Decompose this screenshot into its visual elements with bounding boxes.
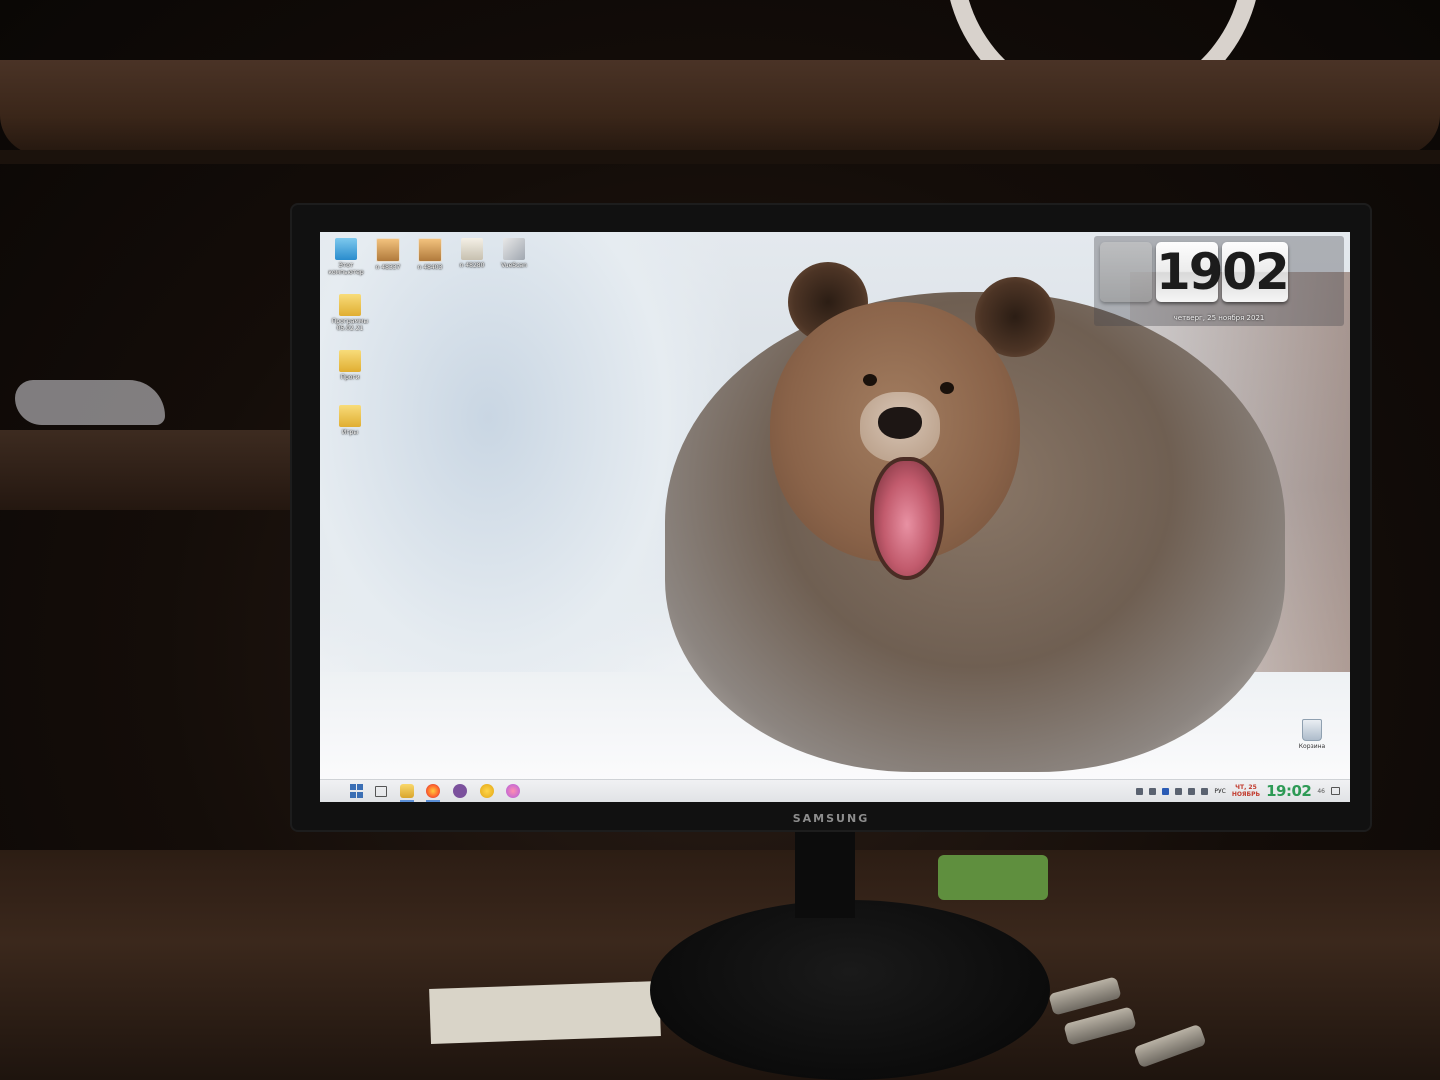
desktop-icon-recycle-bin[interactable]: Корзина (1292, 719, 1332, 750)
taskbar-month: НОЯБРЬ (1231, 791, 1261, 798)
desktop-icon-games-folder[interactable]: Игры (330, 405, 370, 436)
scanner-app-icon (503, 238, 525, 260)
paper-sheet (429, 981, 661, 1044)
wallpaper-bear-eye (863, 374, 877, 386)
desktop-icon-this-pc[interactable]: Этот компьютер (326, 238, 366, 276)
desktop-icon-document[interactable]: n 48280 (452, 238, 492, 269)
desktop-icon-programs-folder[interactable]: Программы 05.02.21 (330, 294, 370, 332)
shelf (0, 60, 1440, 155)
shelf-edge (0, 150, 1440, 164)
flip-clock-blank-tile (1100, 242, 1152, 302)
desktop-icon-label: n 48403 (417, 264, 443, 271)
desktop-icon-label: n 48280 (459, 262, 485, 269)
tray-app-icon[interactable] (1162, 787, 1170, 795)
desktop-icon-label: Игры (341, 429, 359, 436)
green-box (938, 855, 1048, 900)
taskbar-day: ЧТ, 25 (1235, 784, 1257, 791)
document-icon (461, 238, 483, 260)
wallpaper-bear-eye (940, 382, 954, 394)
tray-app-icon[interactable] (1136, 787, 1144, 795)
desktop-icon-progi-folder[interactable]: Проги (330, 350, 370, 381)
desktop-icon-label: Программы 05.02.21 (331, 318, 369, 332)
desktop-icon-label: VueScan (501, 262, 527, 269)
active-app-indicator (400, 800, 414, 802)
desktop-icon-label: Этот компьютер (328, 262, 364, 276)
computer-icon (335, 238, 357, 260)
plastic-bag (15, 380, 165, 425)
desktop-icon-label: Корзина (1298, 743, 1326, 750)
side-shelf (0, 430, 310, 510)
active-app-indicator (426, 800, 440, 802)
wallpaper-bear-mouth (870, 457, 944, 580)
start-icon[interactable] (350, 784, 364, 798)
viber-icon[interactable] (453, 784, 467, 798)
desktop-icon-vuescan[interactable]: VueScan (494, 238, 534, 269)
taskbar-date[interactable]: ЧТ, 25 НОЯБРЬ (1232, 784, 1260, 798)
monitor-stand-neck (795, 828, 855, 918)
folder-icon (339, 350, 361, 372)
notification-icon[interactable] (1331, 787, 1340, 795)
system-tray: РУС ЧТ, 25 НОЯБРЬ 19:02 46 (1136, 780, 1340, 802)
recycle-bin-icon (1302, 719, 1322, 741)
monitor-stand-base (650, 900, 1050, 1080)
taskbar: РУС ЧТ, 25 НОЯБРЬ 19:02 46 (320, 779, 1350, 802)
image-file-icon (376, 238, 400, 262)
taskbar-seconds: 46 (1317, 787, 1325, 795)
image-file-icon (418, 238, 442, 262)
flip-clock-hours: 19 (1156, 242, 1224, 302)
taskbar-clock[interactable]: 19:02 (1266, 782, 1312, 800)
language-indicator[interactable]: РУС (1214, 788, 1225, 795)
monitor-brand-label: SAMSUNG (792, 812, 870, 825)
desktop-icon-image-2[interactable]: n 48403 (410, 238, 450, 271)
flip-clock-date: четверг, 25 ноября 2021 (1173, 314, 1265, 322)
tray-app-icon[interactable] (1149, 787, 1157, 795)
task-view-icon[interactable] (375, 786, 387, 797)
folder-icon (339, 294, 361, 316)
paint-app-icon[interactable] (506, 784, 520, 798)
display-icon[interactable] (1188, 787, 1196, 795)
desktop-screen[interactable]: Этот компьютер n 48337 n 48403 n 48280 V… (320, 232, 1350, 802)
flip-clock-minutes: 02 (1222, 242, 1290, 302)
firefox-icon[interactable] (426, 784, 440, 798)
wallpaper-bear-nose (878, 407, 922, 439)
folder-icon (339, 405, 361, 427)
desktop-icon-label: Проги (340, 374, 360, 381)
desktop-icon-label: n 48337 (375, 264, 401, 271)
desktop-icon-image-1[interactable]: n 48337 (368, 238, 408, 271)
volume-icon[interactable] (1201, 787, 1209, 795)
weather-icon[interactable] (480, 784, 494, 798)
network-icon[interactable] (1175, 787, 1183, 795)
flip-clock-widget[interactable]: 19 02 четверг, 25 ноября 2021 (1094, 236, 1344, 326)
file-explorer-icon[interactable] (400, 784, 414, 798)
